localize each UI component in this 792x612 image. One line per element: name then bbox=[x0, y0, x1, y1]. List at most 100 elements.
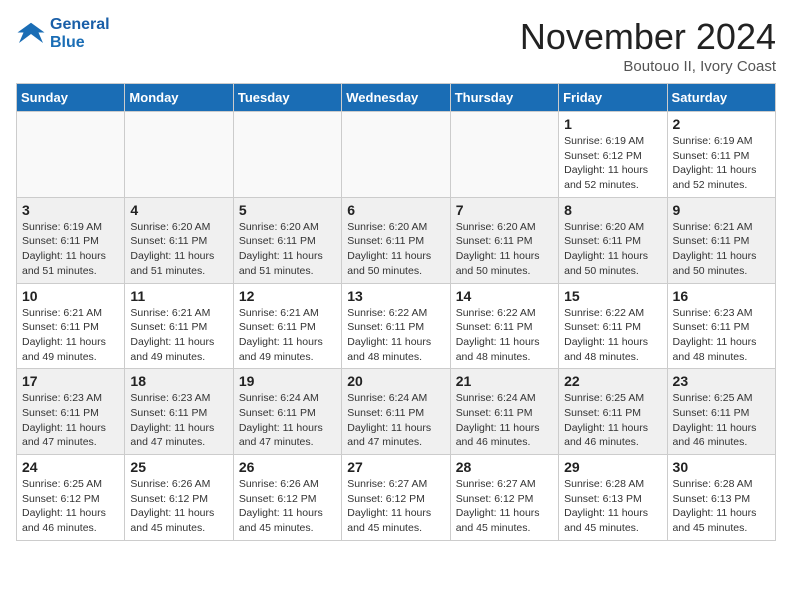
logo: General Blue bbox=[16, 16, 110, 51]
day-info: Sunrise: 6:21 AM Sunset: 6:11 PM Dayligh… bbox=[673, 220, 770, 279]
day-number: 27 bbox=[347, 459, 444, 475]
day-info: Sunrise: 6:22 AM Sunset: 6:11 PM Dayligh… bbox=[456, 306, 553, 365]
day-number: 8 bbox=[564, 202, 661, 218]
calendar-header-row: SundayMondayTuesdayWednesdayThursdayFrid… bbox=[17, 84, 776, 112]
calendar-cell: 19Sunrise: 6:24 AM Sunset: 6:11 PM Dayli… bbox=[233, 369, 341, 455]
calendar-cell: 5Sunrise: 6:20 AM Sunset: 6:11 PM Daylig… bbox=[233, 197, 341, 283]
calendar-cell: 11Sunrise: 6:21 AM Sunset: 6:11 PM Dayli… bbox=[125, 283, 233, 369]
calendar-cell bbox=[233, 112, 341, 198]
calendar-cell: 4 Sunrise: 6:20 AM Sunset: 6:11 PM Daylig… bbox=[125, 197, 233, 283]
day-info: Sunrise: 6:26 AM Sunset: 6:12 PM Dayligh… bbox=[130, 477, 227, 536]
day-number: 14 bbox=[456, 288, 553, 304]
day-number: 21 bbox=[456, 373, 553, 389]
day-number: 13 bbox=[347, 288, 444, 304]
calendar-week-row: 1 Sunrise: 6:19 AM Sunset: 6:12 PM Daylig… bbox=[17, 112, 776, 198]
calendar-cell: 10 Sunrise: 6:21 AM Sunset: 6:11 PM Dayli… bbox=[17, 283, 125, 369]
day-info: Sunrise: 6:19 AM Sunset: 6:11 PM Dayligh… bbox=[22, 220, 119, 279]
day-number: 25 bbox=[130, 459, 227, 475]
calendar-cell: 26 Sunrise: 6:26 AM Sunset: 6:12 PM Dayli… bbox=[233, 455, 341, 541]
weekday-header: Tuesday bbox=[233, 84, 341, 112]
day-info: Sunrise: 6:20 AM Sunset: 6:11 PM Dayligh… bbox=[347, 220, 444, 279]
day-number: 4 bbox=[130, 202, 227, 218]
day-number: 20 bbox=[347, 373, 444, 389]
day-info: Sunrise: 6:19 AM Sunset: 6:11 PM Dayligh… bbox=[673, 134, 770, 193]
day-number: 6 bbox=[347, 202, 444, 218]
calendar-cell: 28 Sunrise: 6:27 AM Sunset: 6:12 PM Dayli… bbox=[450, 455, 558, 541]
day-info: Sunrise: 6:23 AM Sunset: 6:11 PM Dayligh… bbox=[673, 306, 770, 365]
calendar-cell: 18 Sunrise: 6:23 AM Sunset: 6:11 PM Dayli… bbox=[125, 369, 233, 455]
calendar-cell: 3 Sunrise: 6:19 AM Sunset: 6:11 PM Daylig… bbox=[17, 197, 125, 283]
month-title: November 2024 bbox=[520, 16, 776, 58]
day-number: 29 bbox=[564, 459, 661, 475]
calendar-cell bbox=[17, 112, 125, 198]
calendar-cell: 1 Sunrise: 6:19 AM Sunset: 6:12 PM Daylig… bbox=[559, 112, 667, 198]
calendar-cell: 24 Sunrise: 6:25 AM Sunset: 6:12 PM Dayli… bbox=[17, 455, 125, 541]
day-info: Sunrise: 6:28 AM Sunset: 6:13 PM Dayligh… bbox=[673, 477, 770, 536]
calendar-cell bbox=[342, 112, 450, 198]
day-info: Sunrise: 6:20 AM Sunset: 6:11 PM Dayligh… bbox=[130, 220, 227, 279]
calendar-cell: 17Sunrise: 6:23 AM Sunset: 6:11 PM Dayli… bbox=[17, 369, 125, 455]
day-number: 19 bbox=[239, 373, 336, 389]
day-info: Sunrise: 6:23 AM Sunset: 6:11 PM Dayligh… bbox=[130, 391, 227, 450]
day-info: Sunrise: 6:25 AM Sunset: 6:12 PM Dayligh… bbox=[22, 477, 119, 536]
calendar-cell: 6 Sunrise: 6:20 AM Sunset: 6:11 PM Daylig… bbox=[342, 197, 450, 283]
weekday-header: Wednesday bbox=[342, 84, 450, 112]
day-info: Sunrise: 6:28 AM Sunset: 6:13 PM Dayligh… bbox=[564, 477, 661, 536]
day-number: 17 bbox=[22, 373, 119, 389]
day-number: 3 bbox=[22, 202, 119, 218]
logo-text: General Blue bbox=[50, 16, 110, 51]
day-number: 18 bbox=[130, 373, 227, 389]
day-number: 30 bbox=[673, 459, 770, 475]
calendar-cell: 15Sunrise: 6:22 AM Sunset: 6:11 PM Dayli… bbox=[559, 283, 667, 369]
day-info: Sunrise: 6:24 AM Sunset: 6:11 PM Dayligh… bbox=[456, 391, 553, 450]
calendar-cell: 23 Sunrise: 6:25 AM Sunset: 6:11 PM Dayli… bbox=[667, 369, 775, 455]
calendar-week-row: 3 Sunrise: 6:19 AM Sunset: 6:11 PM Daylig… bbox=[17, 197, 776, 283]
day-info: Sunrise: 6:25 AM Sunset: 6:11 PM Dayligh… bbox=[564, 391, 661, 450]
day-number: 7 bbox=[456, 202, 553, 218]
day-number: 1 bbox=[564, 116, 661, 132]
logo-icon bbox=[16, 19, 46, 49]
day-number: 26 bbox=[239, 459, 336, 475]
day-info: Sunrise: 6:26 AM Sunset: 6:12 PM Dayligh… bbox=[239, 477, 336, 536]
calendar-cell: 12 Sunrise: 6:21 AM Sunset: 6:11 PM Dayli… bbox=[233, 283, 341, 369]
day-number: 24 bbox=[22, 459, 119, 475]
day-info: Sunrise: 6:25 AM Sunset: 6:11 PM Dayligh… bbox=[673, 391, 770, 450]
calendar-cell: 7 Sunrise: 6:20 AM Sunset: 6:11 PM Daylig… bbox=[450, 197, 558, 283]
calendar-cell bbox=[450, 112, 558, 198]
calendar-cell: 14 Sunrise: 6:22 AM Sunset: 6:11 PM Dayli… bbox=[450, 283, 558, 369]
weekday-header: Saturday bbox=[667, 84, 775, 112]
day-info: Sunrise: 6:21 AM Sunset: 6:11 PM Dayligh… bbox=[239, 306, 336, 365]
day-info: Sunrise: 6:19 AM Sunset: 6:12 PM Dayligh… bbox=[564, 134, 661, 193]
day-number: 9 bbox=[673, 202, 770, 218]
day-number: 10 bbox=[22, 288, 119, 304]
calendar-cell: 21 Sunrise: 6:24 AM Sunset: 6:11 PM Dayli… bbox=[450, 369, 558, 455]
calendar-cell: 9 Sunrise: 6:21 AM Sunset: 6:11 PM Daylig… bbox=[667, 197, 775, 283]
calendar-cell: 22Sunrise: 6:25 AM Sunset: 6:11 PM Dayli… bbox=[559, 369, 667, 455]
location: Boutouo II, Ivory Coast bbox=[520, 58, 776, 75]
day-info: Sunrise: 6:24 AM Sunset: 6:11 PM Dayligh… bbox=[347, 391, 444, 450]
calendar-cell: 27 Sunrise: 6:27 AM Sunset: 6:12 PM Dayli… bbox=[342, 455, 450, 541]
weekday-header: Friday bbox=[559, 84, 667, 112]
day-info: Sunrise: 6:20 AM Sunset: 6:11 PM Dayligh… bbox=[456, 220, 553, 279]
calendar-cell: 2Sunrise: 6:19 AM Sunset: 6:11 PM Daylig… bbox=[667, 112, 775, 198]
day-number: 23 bbox=[673, 373, 770, 389]
calendar-week-row: 17 Sunrise: 6:23 AM Sunset: 6:11 PM Dayli… bbox=[17, 369, 776, 455]
weekday-header: Thursday bbox=[450, 84, 558, 112]
calendar-cell: 20 Sunrise: 6:24 AM Sunset: 6:11 PM Dayli… bbox=[342, 369, 450, 455]
calendar-cell: 16 Sunrise: 6:23 AM Sunset: 6:11 PM Dayli… bbox=[667, 283, 775, 369]
day-info: Sunrise: 6:27 AM Sunset: 6:12 PM Dayligh… bbox=[456, 477, 553, 536]
day-number: 28 bbox=[456, 459, 553, 475]
day-info: Sunrise: 6:27 AM Sunset: 6:12 PM Dayligh… bbox=[347, 477, 444, 536]
day-number: 5 bbox=[239, 202, 336, 218]
day-info: Sunrise: 6:21 AM Sunset: 6:11 PM Dayligh… bbox=[22, 306, 119, 365]
day-number: 12 bbox=[239, 288, 336, 304]
calendar-cell bbox=[125, 112, 233, 198]
day-info: Sunrise: 6:20 AM Sunset: 6:11 PM Dayligh… bbox=[564, 220, 661, 279]
weekday-header: Monday bbox=[125, 84, 233, 112]
calendar-cell: 8 Sunrise: 6:20 AM Sunset: 6:11 PM Daylig… bbox=[559, 197, 667, 283]
day-number: 15 bbox=[564, 288, 661, 304]
calendar-week-row: 10 Sunrise: 6:21 AM Sunset: 6:11 PM Dayli… bbox=[17, 283, 776, 369]
day-info: Sunrise: 6:22 AM Sunset: 6:11 PM Dayligh… bbox=[347, 306, 444, 365]
calendar-week-row: 24 Sunrise: 6:25 AM Sunset: 6:12 PM Dayli… bbox=[17, 455, 776, 541]
day-number: 16 bbox=[673, 288, 770, 304]
